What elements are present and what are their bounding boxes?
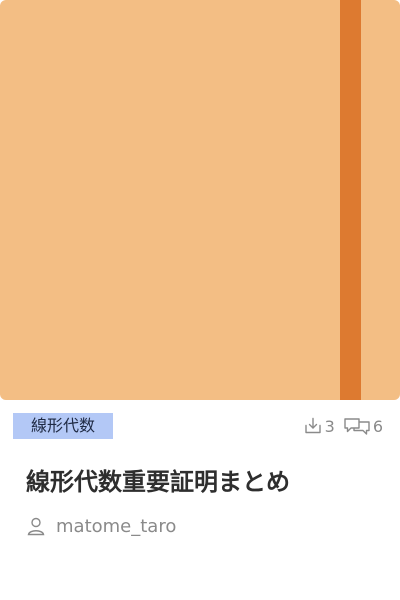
- download-count: 3: [324, 416, 335, 436]
- note-card[interactable]: 線形代数 3 6 線形代数重要証明まとめ matome_taro: [0, 0, 400, 600]
- author-name: matome_taro: [56, 515, 177, 537]
- comments-icon: [344, 418, 370, 435]
- cover-image[interactable]: [0, 0, 400, 400]
- download-stat: 3: [303, 416, 335, 436]
- comment-stat: 6: [343, 416, 383, 436]
- note-title[interactable]: 線形代数重要証明まとめ: [26, 464, 386, 500]
- stats: 3 6: [303, 413, 383, 439]
- cover-band: [340, 0, 361, 400]
- comment-count: 6: [372, 416, 383, 436]
- category-tag[interactable]: 線形代数: [13, 413, 113, 439]
- download-icon: [304, 417, 321, 434]
- user-icon: [27, 517, 45, 536]
- meta-row: 線形代数 3 6: [13, 413, 387, 439]
- author[interactable]: matome_taro: [26, 512, 176, 540]
